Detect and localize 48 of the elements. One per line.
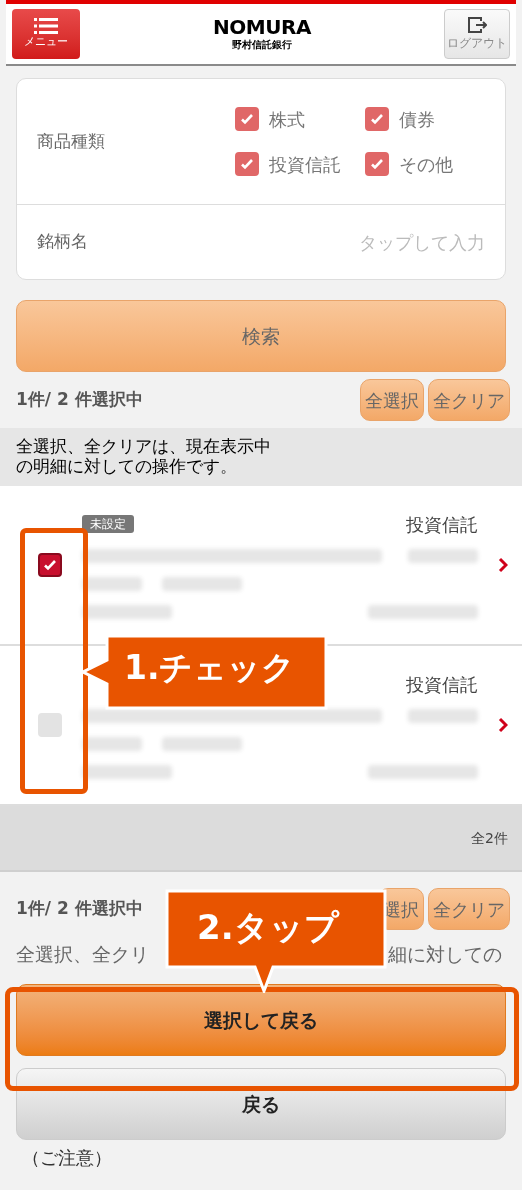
option-label: 債券 <box>399 107 435 132</box>
field-label: 商品種類 <box>37 129 106 153</box>
back-button[interactable]: 戻る <box>16 1068 506 1140</box>
checkbox[interactable] <box>38 553 62 577</box>
blurred-text <box>408 709 478 723</box>
field-label: 銘柄名 <box>37 230 88 254</box>
checkmark-icon <box>240 157 254 171</box>
notice-heading: （ご注意） <box>21 1146 113 1170</box>
checkmark-icon <box>370 157 384 171</box>
menu-icon <box>34 17 58 34</box>
menu-button[interactable]: メニュー <box>12 9 80 59</box>
option-label: その他 <box>399 152 453 177</box>
checkbox[interactable] <box>235 152 259 176</box>
select-toggle-button[interactable]: 全選択 <box>360 379 424 421</box>
selection-note: 全選択、全クリ <box>16 942 149 967</box>
name-input-field[interactable]: タップして入力 <box>225 228 485 256</box>
select-toggle-button[interactable]: 全クリア <box>428 379 510 421</box>
category-label: 投資信託 <box>406 672 478 697</box>
select-and-return-button[interactable]: 選択して戻る <box>16 984 506 1056</box>
selection-note: の明細に対しての操作です。 <box>16 456 237 476</box>
selection-note: 全選択、全クリアは、現在表示中 <box>16 436 271 456</box>
selection-count: 1件/ 2 件選択中 <box>16 388 143 412</box>
checkbox[interactable] <box>365 107 389 131</box>
checkbox[interactable] <box>235 107 259 131</box>
checkmark-icon <box>43 558 57 572</box>
logout-button[interactable]: ログアウト <box>444 9 510 59</box>
blurred-text <box>82 737 142 751</box>
option-label: 株式 <box>269 107 305 132</box>
status-badge: 未設定 <box>82 515 134 533</box>
search-button[interactable]: 検索 <box>16 300 506 372</box>
option-label: 投資信託 <box>269 152 341 177</box>
callout-text: 2.タップ <box>197 906 339 949</box>
logo: NOMURA <box>213 16 311 37</box>
callout-text: 1.チェック <box>124 647 296 689</box>
select-toggle-button[interactable]: 全クリア <box>428 888 510 930</box>
blurred-text <box>408 549 478 563</box>
checkmark-icon <box>240 112 254 126</box>
logo-subtitle: 野村信託銀行 <box>232 37 292 52</box>
chevron-right-icon <box>498 557 508 573</box>
selection-count: 1件/ 2 件選択中 <box>16 897 143 921</box>
blurred-text <box>82 577 142 591</box>
chevron-right-icon <box>498 717 508 733</box>
total-count: 全2件 <box>471 828 508 848</box>
checkbox[interactable] <box>365 152 389 176</box>
category-label: 投資信託 <box>406 512 478 537</box>
selection-note: 細に対しての <box>388 942 502 967</box>
logout-icon <box>467 16 487 34</box>
checkmark-icon <box>370 112 384 126</box>
